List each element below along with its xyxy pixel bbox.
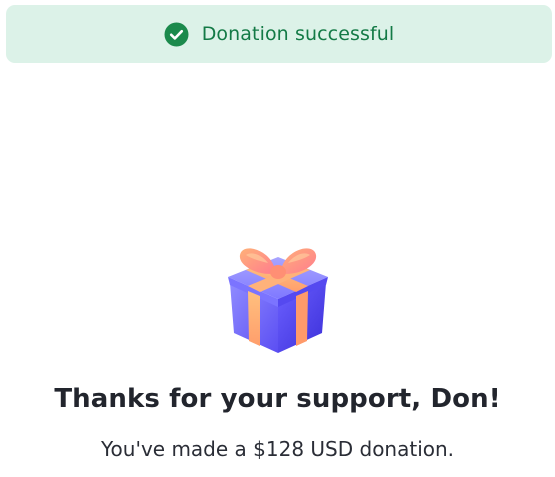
toast-message: Donation successful (201, 23, 395, 45)
check-circle-icon (164, 22, 189, 47)
donation-confirmation-page: Donation successful Thanks for your supp… (0, 0, 555, 477)
gift-box-icon (222, 243, 334, 359)
success-toast: Donation successful (6, 5, 552, 63)
thank-you-heading: Thanks for your support, Don! (54, 384, 501, 414)
donation-summary-text: You've made a $128 USD donation. (100, 437, 455, 461)
